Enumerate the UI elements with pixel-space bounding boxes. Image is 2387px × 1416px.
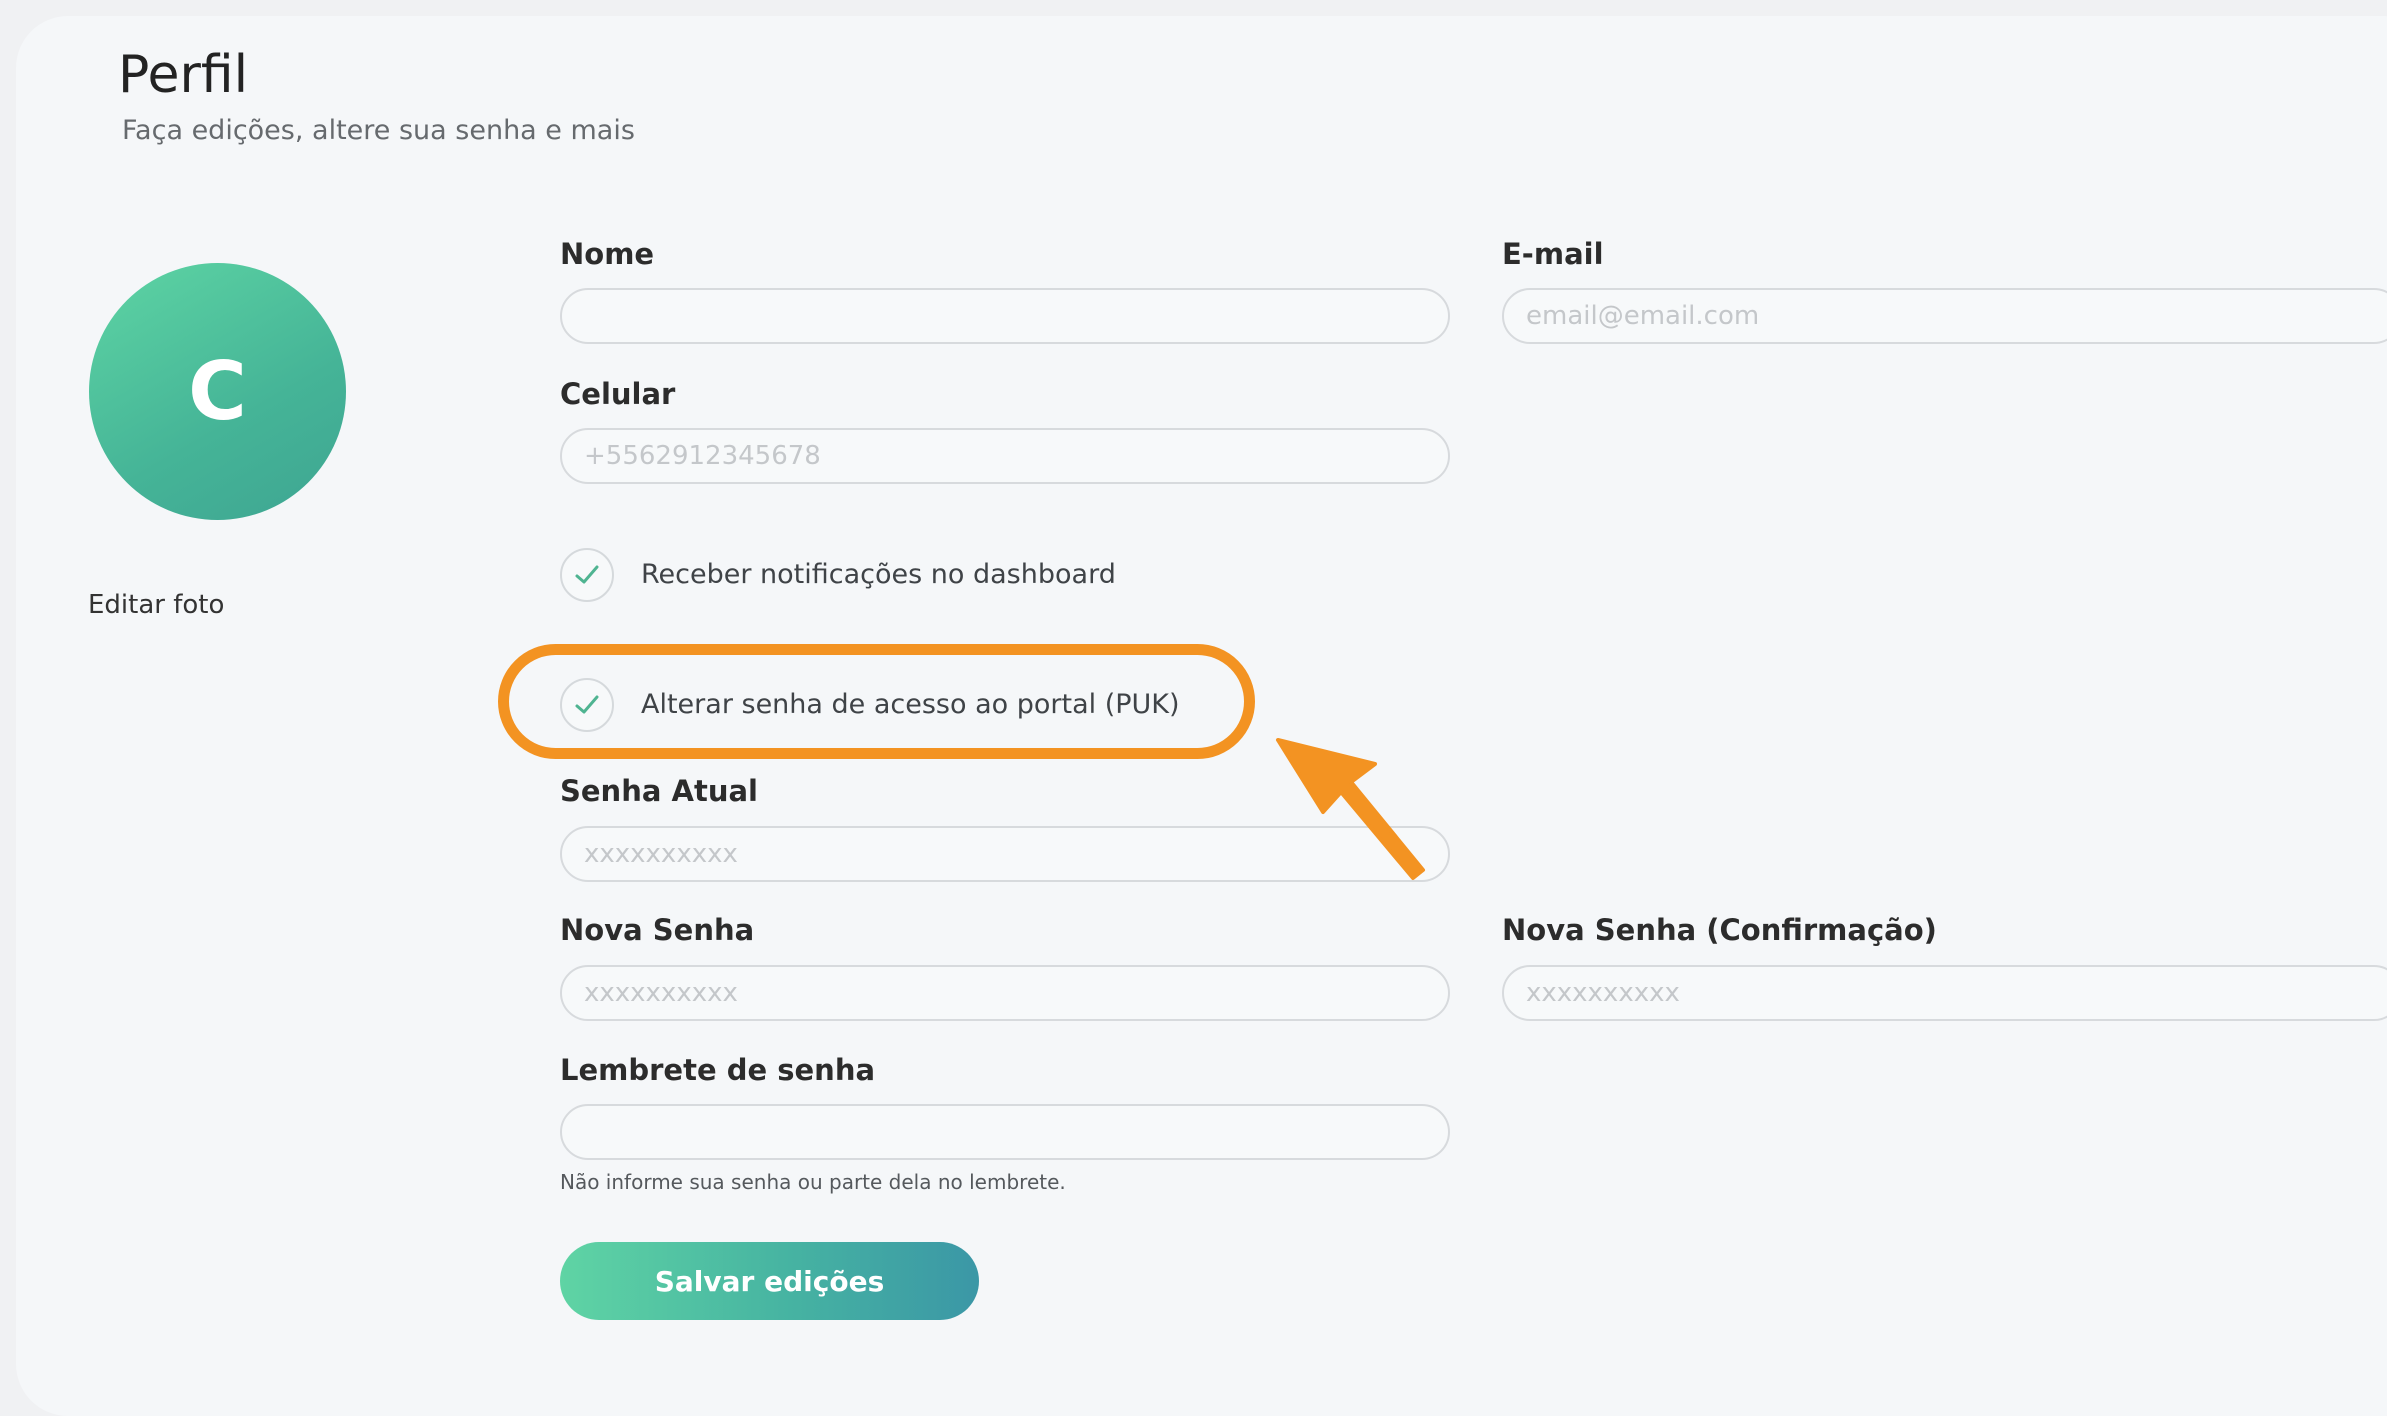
page-subtitle: Faça edições, altere sua senha e mais — [122, 115, 635, 146]
notifications-checkbox[interactable] — [560, 548, 614, 602]
new-password-field[interactable] — [560, 965, 1450, 1021]
profile-panel — [16, 16, 2387, 1416]
change-password-checkbox-label[interactable]: Alterar senha de acesso ao portal (PUK) — [641, 687, 1180, 723]
avatar-initial: C — [188, 344, 247, 438]
check-icon — [575, 565, 599, 584]
password-hint-note: Não informe sua senha ou parte dela no l… — [560, 1170, 1066, 1194]
phone-label: Celular — [560, 377, 676, 411]
save-button[interactable]: Salvar edições — [560, 1242, 979, 1320]
edit-photo-link[interactable]: Editar foto — [88, 587, 224, 623]
email-label: E-mail — [1502, 237, 1604, 271]
name-field[interactable] — [560, 288, 1450, 344]
name-label: Nome — [560, 237, 655, 271]
password-hint-label: Lembrete de senha — [560, 1053, 876, 1087]
avatar[interactable]: C — [89, 263, 346, 520]
password-hint-field[interactable] — [560, 1104, 1450, 1160]
confirm-password-label: Nova Senha (Confirmação) — [1502, 913, 1937, 947]
phone-field[interactable] — [560, 428, 1450, 484]
new-password-label: Nova Senha — [560, 913, 755, 947]
change-password-checkbox[interactable] — [560, 678, 614, 732]
confirm-password-field[interactable] — [1502, 965, 2387, 1021]
annotation-arrow-icon — [1276, 738, 1425, 880]
page-title: Perfil — [118, 45, 249, 105]
email-field[interactable] — [1502, 288, 2387, 344]
notifications-checkbox-label[interactable]: Receber notificações no dashboard — [641, 557, 1116, 593]
check-icon — [575, 695, 599, 714]
current-password-label: Senha Atual — [560, 774, 758, 808]
